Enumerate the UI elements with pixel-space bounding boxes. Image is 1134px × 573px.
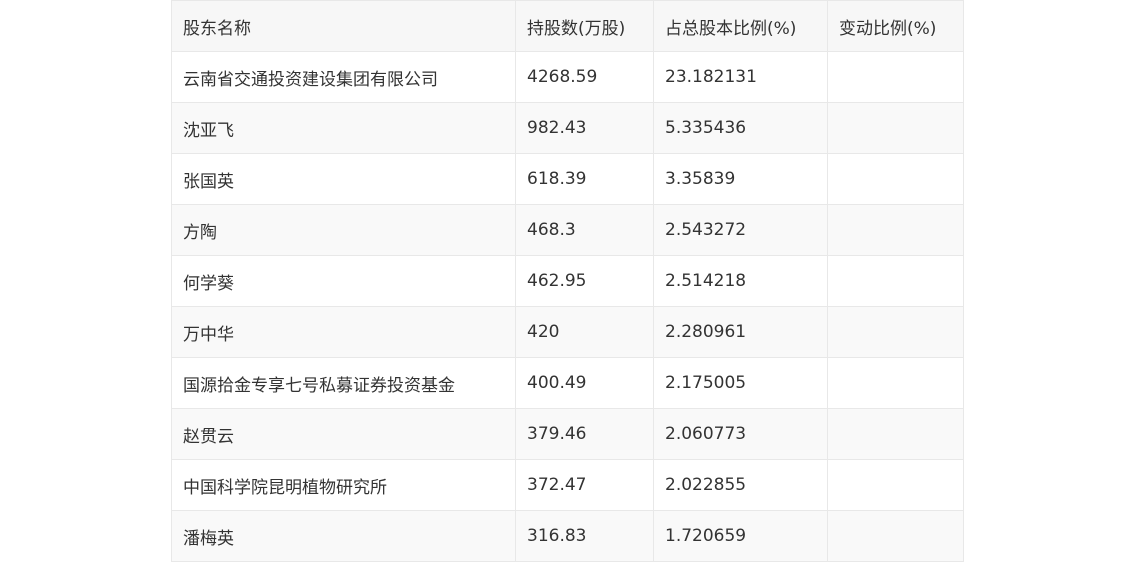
shareholder-table: 股东名称 持股数(万股) 占总股本比例(%) 变动比例(%) 云南省交通投资建设… xyxy=(171,0,964,562)
cell-shareholder-name: 何学葵 xyxy=(171,255,516,307)
cell-change-ratio xyxy=(827,357,964,409)
cell-shares-held: 618.39 xyxy=(515,153,654,205)
cell-shareholder-name: 国源拾金专享七号私募证券投资基金 xyxy=(171,357,516,409)
cell-change-ratio xyxy=(827,51,964,103)
header-shareholder-name: 股东名称 xyxy=(171,0,516,52)
table-row: 潘梅英 316.83 1.720659 xyxy=(171,510,964,562)
cell-share-ratio: 3.35839 xyxy=(653,153,828,205)
cell-shareholder-name: 潘梅英 xyxy=(171,510,516,562)
cell-shares-held: 316.83 xyxy=(515,510,654,562)
cell-change-ratio xyxy=(827,153,964,205)
table-row: 中国科学院昆明植物研究所 372.47 2.022855 xyxy=(171,459,964,511)
cell-share-ratio: 5.335436 xyxy=(653,102,828,154)
cell-share-ratio: 2.175005 xyxy=(653,357,828,409)
cell-change-ratio xyxy=(827,306,964,358)
cell-shares-held: 468.3 xyxy=(515,204,654,256)
table-header-row: 股东名称 持股数(万股) 占总股本比例(%) 变动比例(%) xyxy=(171,0,964,52)
cell-share-ratio: 2.514218 xyxy=(653,255,828,307)
cell-shares-held: 372.47 xyxy=(515,459,654,511)
cell-shareholder-name: 云南省交通投资建设集团有限公司 xyxy=(171,51,516,103)
cell-share-ratio: 23.182131 xyxy=(653,51,828,103)
cell-shares-held: 400.49 xyxy=(515,357,654,409)
cell-share-ratio: 2.060773 xyxy=(653,408,828,460)
table-row: 云南省交通投资建设集团有限公司 4268.59 23.182131 xyxy=(171,51,964,103)
cell-shares-held: 462.95 xyxy=(515,255,654,307)
cell-change-ratio xyxy=(827,408,964,460)
cell-shares-held: 4268.59 xyxy=(515,51,654,103)
table-row: 方陶 468.3 2.543272 xyxy=(171,204,964,256)
header-change-ratio: 变动比例(%) xyxy=(827,0,964,52)
cell-change-ratio xyxy=(827,255,964,307)
cell-shareholder-name: 方陶 xyxy=(171,204,516,256)
cell-change-ratio xyxy=(827,102,964,154)
table-row: 赵贯云 379.46 2.060773 xyxy=(171,408,964,460)
cell-shareholder-name: 沈亚飞 xyxy=(171,102,516,154)
cell-change-ratio xyxy=(827,204,964,256)
cell-change-ratio xyxy=(827,459,964,511)
cell-share-ratio: 2.022855 xyxy=(653,459,828,511)
table-row: 国源拾金专享七号私募证券投资基金 400.49 2.175005 xyxy=(171,357,964,409)
table-row: 何学葵 462.95 2.514218 xyxy=(171,255,964,307)
header-share-ratio: 占总股本比例(%) xyxy=(653,0,828,52)
cell-shareholder-name: 中国科学院昆明植物研究所 xyxy=(171,459,516,511)
cell-shares-held: 420 xyxy=(515,306,654,358)
cell-shareholder-name: 万中华 xyxy=(171,306,516,358)
cell-share-ratio: 2.543272 xyxy=(653,204,828,256)
cell-shareholder-name: 张国英 xyxy=(171,153,516,205)
cell-share-ratio: 2.280961 xyxy=(653,306,828,358)
shareholder-table-container: 股东名称 持股数(万股) 占总股本比例(%) 变动比例(%) 云南省交通投资建设… xyxy=(171,0,964,562)
cell-shares-held: 379.46 xyxy=(515,408,654,460)
cell-change-ratio xyxy=(827,510,964,562)
header-shares-held: 持股数(万股) xyxy=(515,0,654,52)
cell-share-ratio: 1.720659 xyxy=(653,510,828,562)
table-row: 张国英 618.39 3.35839 xyxy=(171,153,964,205)
cell-shareholder-name: 赵贯云 xyxy=(171,408,516,460)
table-row: 沈亚飞 982.43 5.335436 xyxy=(171,102,964,154)
table-row: 万中华 420 2.280961 xyxy=(171,306,964,358)
cell-shares-held: 982.43 xyxy=(515,102,654,154)
